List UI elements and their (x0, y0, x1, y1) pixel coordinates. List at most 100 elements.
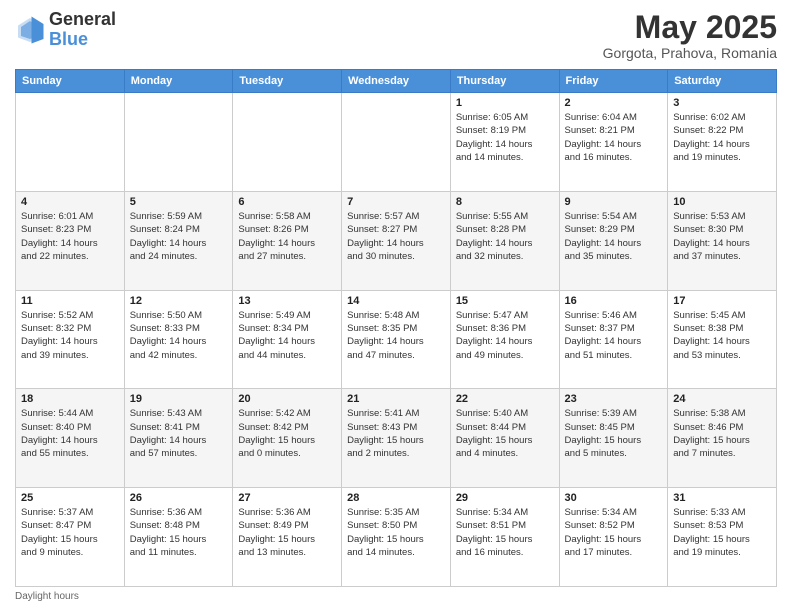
main-title: May 2025 (603, 10, 777, 45)
cell-day-number: 16 (565, 295, 663, 307)
week-row-2: 4 Sunrise: 6:01 AM Sunset: 8:23 PM Daylig… (16, 191, 777, 290)
cell-info: Sunrise: 5:36 AM Sunset: 8:49 PM Dayligh… (238, 506, 336, 559)
title-section: May 2025 Gorgota, Prahova, Romania (603, 10, 777, 61)
cell-day-number: 21 (347, 393, 445, 405)
page: General Blue May 2025 Gorgota, Prahova, … (0, 0, 792, 612)
cell-day-number: 27 (238, 492, 336, 504)
calendar-cell: 2 Sunrise: 6:04 AM Sunset: 8:21 PM Daylig… (559, 93, 668, 192)
day-header-friday: Friday (559, 70, 668, 93)
cell-day-number: 3 (673, 97, 771, 109)
calendar-cell: 9Sunrise: 5:54 AM Sunset: 8:29 PM Daylig… (559, 191, 668, 290)
calendar-cell: 29 Sunrise: 5:34 AM Sunset: 8:51 PM Dayli… (450, 488, 559, 587)
logo-icon (15, 15, 45, 45)
cell-info: Sunrise: 5:46 AM Sunset: 8:37 PM Dayligh… (565, 309, 663, 362)
calendar-cell: 23Sunrise: 5:39 AM Sunset: 8:45 PM Dayli… (559, 389, 668, 488)
cell-day-number: 31 (673, 492, 771, 504)
calendar-cell (124, 93, 233, 192)
cell-day-number: 20 (238, 393, 336, 405)
week-row-1: 1 Sunrise: 6:05 AM Sunset: 8:19 PM Daylig… (16, 93, 777, 192)
cell-day-number: 13 (238, 295, 336, 307)
cell-info: Sunrise: 5:43 AM Sunset: 8:41 PM Dayligh… (130, 407, 228, 460)
cell-info: Sunrise: 5:35 AM Sunset: 8:50 PM Dayligh… (347, 506, 445, 559)
cell-day-number: 22 (456, 393, 554, 405)
cell-day-number: 25 (21, 492, 119, 504)
calendar-header: SundayMondayTuesdayWednesdayThursdayFrid… (16, 70, 777, 93)
cell-info: Sunrise: 5:59 AM Sunset: 8:24 PM Dayligh… (130, 210, 228, 263)
calendar-cell: 25Sunrise: 5:37 AM Sunset: 8:47 PM Dayli… (16, 488, 125, 587)
calendar-cell (233, 93, 342, 192)
cell-info: Sunrise: 6:01 AM Sunset: 8:23 PM Dayligh… (21, 210, 119, 263)
logo-line1: General (49, 10, 116, 30)
cell-day-number: 6 (238, 196, 336, 208)
cell-info: Sunrise: 5:55 AM Sunset: 8:28 PM Dayligh… (456, 210, 554, 263)
calendar-cell: 8Sunrise: 5:55 AM Sunset: 8:28 PM Daylig… (450, 191, 559, 290)
calendar-cell: 26 Sunrise: 5:36 AM Sunset: 8:48 PM Dayli… (124, 488, 233, 587)
cell-info: Sunrise: 5:33 AM Sunset: 8:53 PM Dayligh… (673, 506, 771, 559)
calendar-cell: 24 Sunrise: 5:38 AM Sunset: 8:46 PM Dayli… (668, 389, 777, 488)
cell-info: Sunrise: 5:38 AM Sunset: 8:46 PM Dayligh… (673, 407, 771, 460)
calendar-cell: 31 Sunrise: 5:33 AM Sunset: 8:53 PM Dayli… (668, 488, 777, 587)
logo-line2: Blue (49, 30, 116, 50)
cell-info: Sunrise: 5:34 AM Sunset: 8:51 PM Dayligh… (456, 506, 554, 559)
cell-info: Sunrise: 5:34 AM Sunset: 8:52 PM Dayligh… (565, 506, 663, 559)
calendar-cell: 28 Sunrise: 5:35 AM Sunset: 8:50 PM Dayli… (342, 488, 451, 587)
day-header-wednesday: Wednesday (342, 70, 451, 93)
calendar-cell: 12 Sunrise: 5:50 AM Sunset: 8:33 PM Dayli… (124, 290, 233, 389)
calendar-cell: 5Sunrise: 5:59 AM Sunset: 8:24 PM Daylig… (124, 191, 233, 290)
cell-info: Sunrise: 5:58 AM Sunset: 8:26 PM Dayligh… (238, 210, 336, 263)
calendar-cell: 13 Sunrise: 5:49 AM Sunset: 8:34 PM Dayli… (233, 290, 342, 389)
cell-day-number: 17 (673, 295, 771, 307)
cell-day-number: 12 (130, 295, 228, 307)
cell-day-number: 7 (347, 196, 445, 208)
day-headers-row: SundayMondayTuesdayWednesdayThursdayFrid… (16, 70, 777, 93)
cell-day-number: 26 (130, 492, 228, 504)
cell-day-number: 24 (673, 393, 771, 405)
header: General Blue May 2025 Gorgota, Prahova, … (15, 10, 777, 61)
week-row-3: 11 Sunrise: 5:52 AM Sunset: 8:32 PM Dayli… (16, 290, 777, 389)
day-header-tuesday: Tuesday (233, 70, 342, 93)
calendar-cell: 18Sunrise: 5:44 AM Sunset: 8:40 PM Dayli… (16, 389, 125, 488)
day-header-thursday: Thursday (450, 70, 559, 93)
cell-day-number: 29 (456, 492, 554, 504)
cell-day-number: 10 (673, 196, 771, 208)
cell-info: Sunrise: 5:40 AM Sunset: 8:44 PM Dayligh… (456, 407, 554, 460)
cell-day-number: 1 (456, 97, 554, 109)
cell-day-number: 15 (456, 295, 554, 307)
calendar-cell: 22 Sunrise: 5:40 AM Sunset: 8:44 PM Dayli… (450, 389, 559, 488)
calendar-cell: 7Sunrise: 5:57 AM Sunset: 8:27 PM Daylig… (342, 191, 451, 290)
calendar-cell: 4 Sunrise: 6:01 AM Sunset: 8:23 PM Daylig… (16, 191, 125, 290)
calendar-cell: 1 Sunrise: 6:05 AM Sunset: 8:19 PM Daylig… (450, 93, 559, 192)
cell-day-number: 11 (21, 295, 119, 307)
calendar-cell: 14Sunrise: 5:48 AM Sunset: 8:35 PM Dayli… (342, 290, 451, 389)
cell-info: Sunrise: 5:48 AM Sunset: 8:35 PM Dayligh… (347, 309, 445, 362)
cell-day-number: 2 (565, 97, 663, 109)
footer-note: Daylight hours (15, 591, 777, 602)
cell-info: Sunrise: 5:49 AM Sunset: 8:34 PM Dayligh… (238, 309, 336, 362)
calendar-cell (342, 93, 451, 192)
cell-day-number: 4 (21, 196, 119, 208)
calendar-cell (16, 93, 125, 192)
calendar-cell: 11 Sunrise: 5:52 AM Sunset: 8:32 PM Dayli… (16, 290, 125, 389)
day-header-saturday: Saturday (668, 70, 777, 93)
calendar-cell: 21Sunrise: 5:41 AM Sunset: 8:43 PM Dayli… (342, 389, 451, 488)
calendar-cell: 6 Sunrise: 5:58 AM Sunset: 8:26 PM Daylig… (233, 191, 342, 290)
week-row-5: 25Sunrise: 5:37 AM Sunset: 8:47 PM Dayli… (16, 488, 777, 587)
cell-info: Sunrise: 5:50 AM Sunset: 8:33 PM Dayligh… (130, 309, 228, 362)
logo-text: General Blue (49, 10, 116, 50)
cell-info: Sunrise: 5:52 AM Sunset: 8:32 PM Dayligh… (21, 309, 119, 362)
cell-info: Sunrise: 5:36 AM Sunset: 8:48 PM Dayligh… (130, 506, 228, 559)
calendar-cell: 17 Sunrise: 5:45 AM Sunset: 8:38 PM Dayli… (668, 290, 777, 389)
day-header-sunday: Sunday (16, 70, 125, 93)
cell-info: Sunrise: 5:45 AM Sunset: 8:38 PM Dayligh… (673, 309, 771, 362)
week-row-4: 18Sunrise: 5:44 AM Sunset: 8:40 PM Dayli… (16, 389, 777, 488)
cell-day-number: 23 (565, 393, 663, 405)
cell-day-number: 19 (130, 393, 228, 405)
cell-info: Sunrise: 6:04 AM Sunset: 8:21 PM Dayligh… (565, 111, 663, 164)
cell-day-number: 28 (347, 492, 445, 504)
calendar-cell: 20 Sunrise: 5:42 AM Sunset: 8:42 PM Dayli… (233, 389, 342, 488)
cell-info: Sunrise: 5:47 AM Sunset: 8:36 PM Dayligh… (456, 309, 554, 362)
cell-day-number: 18 (21, 393, 119, 405)
cell-info: Sunrise: 6:05 AM Sunset: 8:19 PM Dayligh… (456, 111, 554, 164)
cell-info: Sunrise: 5:42 AM Sunset: 8:42 PM Dayligh… (238, 407, 336, 460)
cell-info: Sunrise: 5:53 AM Sunset: 8:30 PM Dayligh… (673, 210, 771, 263)
